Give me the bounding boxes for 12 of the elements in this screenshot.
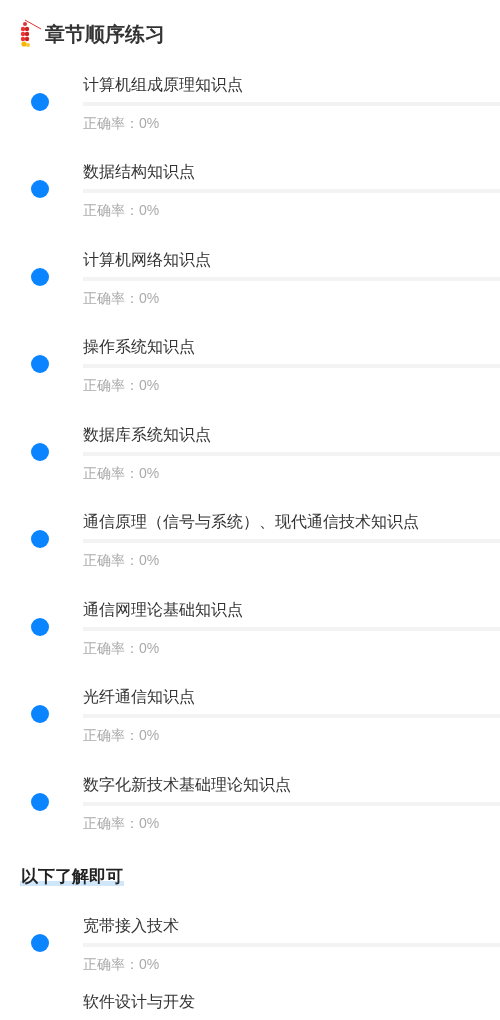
accuracy-text: 正确率：0%	[83, 726, 161, 745]
accuracy-text: 正确率：0%	[83, 113, 161, 132]
accuracy-text: 正确率：0%	[83, 551, 161, 570]
accuracy-text: 正确率：0%	[83, 955, 161, 974]
accuracy-text: 正确率：0%	[83, 288, 161, 307]
accuracy-text: 正确率：0%	[83, 463, 161, 482]
accuracy-text: 正确率：0%	[83, 201, 161, 220]
accuracy-text: 正确率：0%	[83, 813, 161, 832]
accuracy-text: 正确率：0%	[83, 376, 161, 395]
accuracy-text: 正确率：0%	[83, 638, 161, 657]
section-heading: 以下了解即可	[20, 866, 124, 886]
page-title: 章节顺序练习	[45, 22, 165, 47]
